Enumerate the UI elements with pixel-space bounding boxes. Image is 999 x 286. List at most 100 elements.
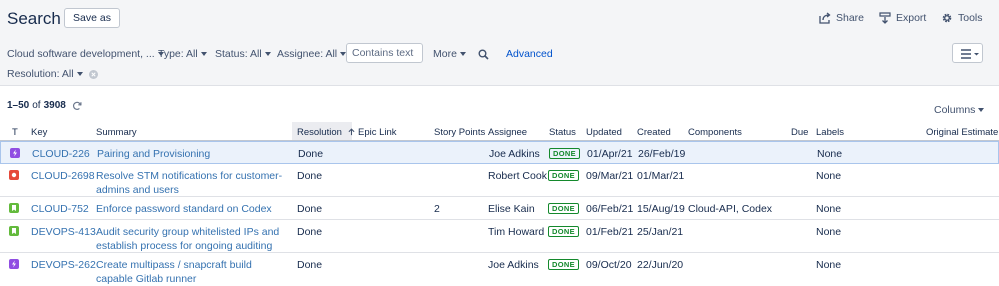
- col-story-points[interactable]: Story Points: [434, 127, 485, 138]
- col-created[interactable]: Created: [637, 127, 671, 138]
- resolution-value: Done: [298, 148, 324, 160]
- clear-filter-icon[interactable]: [88, 69, 98, 79]
- chevron-down-icon: [459, 52, 466, 56]
- page-header: Search Save as Share Export Tools: [0, 0, 999, 40]
- table-row[interactable]: DEVOPS-262 Create multipass / snapcraft …: [0, 253, 999, 286]
- issue-summary-link[interactable]: Enforce password standard on Codex: [96, 202, 288, 216]
- search-icon[interactable]: [478, 49, 489, 60]
- updated-value: 06/Feb/21: [586, 203, 634, 215]
- table-row[interactable]: CLOUD-226 Pairing and Provisioning Done …: [0, 141, 999, 164]
- created-value: 26/Feb/19: [638, 148, 686, 160]
- more-filter-label: More: [433, 48, 457, 60]
- advanced-search-link[interactable]: Advanced: [506, 48, 553, 60]
- epic-icon: [10, 148, 20, 158]
- created-value: 15/Aug/19: [637, 203, 685, 215]
- assignee-value[interactable]: Joe Adkins: [488, 258, 539, 272]
- result-range: 1–50: [7, 100, 30, 111]
- status-badge: DONE: [548, 259, 579, 270]
- status-badge: DONE: [548, 170, 579, 181]
- project-filter-label: Cloud software development, ...: [7, 48, 155, 60]
- col-due[interactable]: Due: [791, 127, 808, 138]
- table-row[interactable]: CLOUD-752 Enforce password standard on C…: [0, 197, 999, 220]
- save-as-button[interactable]: Save as: [64, 8, 120, 28]
- status-badge: DONE: [548, 226, 579, 237]
- result-count: 1–50 of 3908: [7, 100, 82, 111]
- chevron-down-icon: [264, 52, 271, 56]
- columns-label: Columns: [934, 104, 976, 116]
- assignee-filter[interactable]: Assignee: All: [277, 48, 347, 60]
- col-summary[interactable]: Summary: [96, 127, 137, 138]
- filter-bar: Cloud software development, ... Type: Al…: [0, 40, 999, 86]
- more-filter[interactable]: More: [433, 48, 466, 60]
- labels-value: None: [817, 148, 843, 160]
- issue-summary-link[interactable]: Create multipass / snapcraft build capab…: [96, 258, 288, 286]
- updated-value: 09/Oct/20: [586, 259, 632, 271]
- col-assignee[interactable]: Assignee: [488, 127, 527, 138]
- tools-button[interactable]: Tools: [941, 12, 983, 24]
- updated-value: 09/Mar/21: [586, 170, 634, 182]
- result-total: 3908: [43, 100, 66, 111]
- page-title: Search: [7, 9, 61, 28]
- col-components[interactable]: Components: [688, 127, 742, 138]
- view-options-button[interactable]: [952, 43, 983, 63]
- epic-icon: [9, 259, 19, 269]
- issue-key-link[interactable]: CLOUD-2698: [31, 169, 95, 183]
- col-epic-link[interactable]: Epic Link: [358, 127, 397, 138]
- resolution-value: Done: [297, 203, 323, 215]
- gear-icon: [942, 13, 952, 23]
- status-badge: DONE: [549, 148, 580, 159]
- col-labels[interactable]: Labels: [816, 127, 844, 138]
- export-label: Export: [896, 12, 927, 24]
- col-resolution[interactable]: Resolution: [297, 127, 355, 138]
- issue-key-link[interactable]: CLOUD-226: [32, 147, 90, 161]
- issue-key-link[interactable]: DEVOPS-262: [31, 258, 96, 272]
- share-button[interactable]: Share: [819, 12, 864, 24]
- assignee-filter-label: Assignee: All: [277, 48, 338, 60]
- assignee-value[interactable]: Tim Howard: [488, 225, 544, 239]
- chevron-down-icon: [978, 108, 985, 112]
- story-icon: [9, 203, 19, 213]
- project-filter[interactable]: Cloud software development, ...: [7, 48, 164, 60]
- chevron-down-icon: [200, 52, 207, 56]
- table-row[interactable]: DEVOPS-413 Audit security group whitelis…: [0, 220, 999, 253]
- issue-summary-link[interactable]: Audit security group whitelisted IPs and…: [96, 225, 288, 253]
- components-value: Cloud-API, Codex: [688, 203, 773, 215]
- menu-icon: [961, 49, 979, 59]
- created-value: 22/Jun/20: [637, 259, 684, 271]
- issue-summary-link[interactable]: Resolve STM notifications for customer-a…: [96, 169, 288, 197]
- result-of: of: [32, 100, 41, 111]
- col-resolution-label: Resolution: [297, 127, 342, 138]
- type-filter-label: Type: All: [158, 48, 198, 60]
- col-original-estimate[interactable]: Original Estimate: [926, 127, 998, 138]
- sort-ascending-icon: [348, 128, 355, 136]
- col-updated[interactable]: Updated: [586, 127, 622, 138]
- share-icon: [819, 12, 831, 24]
- issue-key-link[interactable]: DEVOPS-413: [31, 225, 96, 239]
- resolution-value: Done: [297, 170, 323, 182]
- col-status[interactable]: Status: [549, 127, 576, 138]
- assignee-value[interactable]: Joe Adkins: [489, 147, 540, 161]
- export-icon: [879, 12, 891, 24]
- refresh-icon[interactable]: [72, 101, 82, 111]
- contains-text-input[interactable]: Contains text: [346, 43, 423, 63]
- labels-value: None: [816, 259, 842, 271]
- created-value: 01/Mar/21: [637, 170, 685, 182]
- col-key[interactable]: Key: [31, 127, 47, 138]
- story-icon: [9, 226, 19, 236]
- type-filter[interactable]: Type: All: [158, 48, 207, 60]
- status-filter[interactable]: Status: All: [215, 48, 271, 60]
- assignee-value[interactable]: Robert Cook: [488, 169, 547, 183]
- table-row[interactable]: CLOUD-2698 Resolve STM notifications for…: [0, 164, 999, 197]
- status-filter-label: Status: All: [215, 48, 262, 60]
- labels-value: None: [816, 203, 842, 215]
- resolution-value: Done: [297, 226, 323, 238]
- export-button[interactable]: Export: [879, 12, 926, 24]
- tools-label: Tools: [958, 12, 983, 24]
- assignee-value[interactable]: Elise Kain: [488, 202, 535, 216]
- resolution-filter[interactable]: Resolution: All: [7, 68, 98, 80]
- issue-summary-link[interactable]: Pairing and Provisioning: [97, 147, 289, 161]
- columns-button[interactable]: Columns: [934, 104, 985, 116]
- issue-key-link[interactable]: CLOUD-752: [31, 202, 89, 216]
- col-type[interactable]: T: [12, 127, 18, 138]
- chevron-down-icon: [76, 72, 83, 76]
